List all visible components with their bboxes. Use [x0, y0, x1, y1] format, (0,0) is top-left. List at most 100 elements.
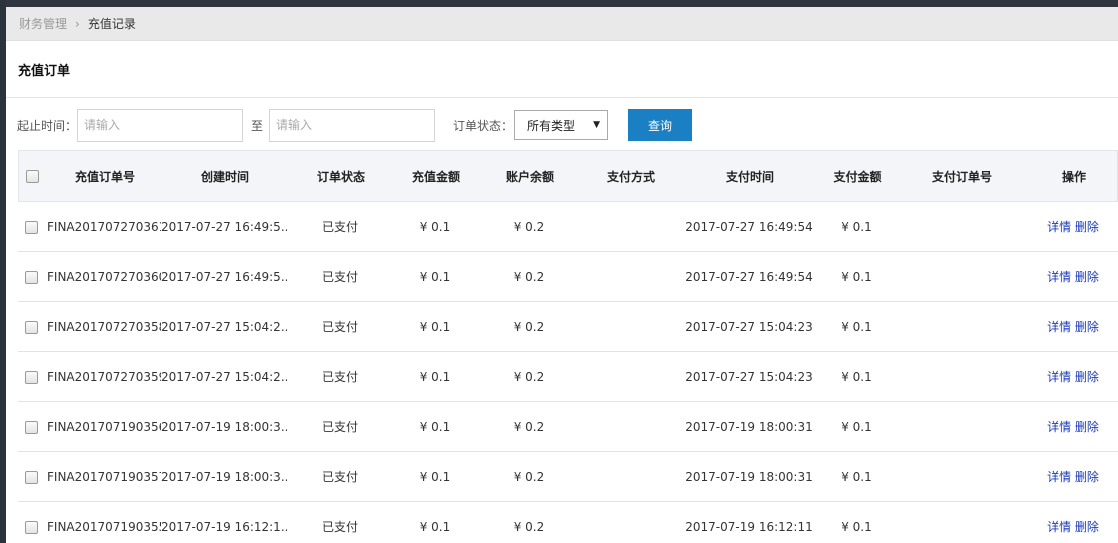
- detail-link[interactable]: 详情: [1047, 220, 1071, 234]
- table-row: FINA201707190355 2017-07-19 16:12:1.. 已支…: [18, 502, 1118, 543]
- delete-link[interactable]: 删除: [1075, 320, 1099, 334]
- cell-order-status: 已支付: [321, 270, 358, 284]
- cell-payment-amount: ¥ 0.1: [841, 269, 872, 284]
- cell-account-balance: ¥ 0.2: [513, 369, 545, 384]
- detail-link[interactable]: 详情: [1047, 320, 1071, 334]
- cell-created-time: 2017-07-27 16:49:5..: [161, 219, 287, 234]
- cell-order-no: FINA201707270361: [47, 219, 161, 234]
- cell-account-balance: ¥ 0.2: [513, 269, 545, 284]
- header-payment-order-no: 支付订单号: [931, 169, 992, 184]
- breadcrumb-parent[interactable]: 财务管理: [19, 15, 67, 32]
- cell-recharge-amount: ¥ 0.1: [419, 269, 451, 284]
- cell-recharge-amount: ¥ 0.1: [419, 469, 451, 484]
- cell-order-status: 已支付: [321, 420, 358, 434]
- cell-order-status: 已支付: [321, 370, 358, 384]
- cell-recharge-amount: ¥ 0.1: [419, 419, 451, 434]
- delete-link[interactable]: 删除: [1075, 470, 1099, 484]
- row-select-cell: [18, 220, 47, 234]
- cell-created-time: 2017-07-27 15:04:2..: [161, 319, 287, 334]
- cell-payment-time: 2017-07-19 18:00:31: [685, 419, 813, 434]
- detail-link[interactable]: 详情: [1047, 520, 1071, 534]
- time-range-label: 起止时间：: [17, 118, 78, 133]
- header-order-status: 订单状态: [316, 169, 365, 184]
- recharge-orders-table: 充值订单号 创建时间 订单状态 充值金额 账户余额 支付方式 支付时间 支付金额…: [18, 150, 1118, 543]
- detail-link[interactable]: 详情: [1047, 470, 1071, 484]
- order-status-selected-value: 所有类型: [527, 118, 576, 133]
- end-time-input[interactable]: [269, 108, 436, 142]
- header-actions: 操作: [1061, 169, 1086, 184]
- delete-link[interactable]: 删除: [1075, 420, 1099, 434]
- cell-order-status: 已支付: [321, 320, 358, 334]
- row-checkbox[interactable]: [25, 320, 38, 334]
- page-title: 充值订单: [6, 41, 1118, 98]
- cell-order-no: FINA201707270360: [47, 269, 161, 284]
- cell-recharge-amount: ¥ 0.1: [419, 519, 451, 534]
- cell-actions: 详情 删除: [1028, 418, 1118, 435]
- cell-payment-amount: ¥ 0.1: [841, 319, 872, 334]
- query-button[interactable]: 查询: [628, 109, 693, 141]
- breadcrumb-separator-icon: ›: [75, 16, 80, 31]
- row-select-cell: [18, 320, 47, 334]
- cell-order-status: 已支付: [321, 520, 358, 534]
- cell-payment-time: 2017-07-27 16:49:54: [685, 219, 813, 234]
- cell-recharge-amount: ¥ 0.1: [419, 369, 451, 384]
- delete-link[interactable]: 删除: [1075, 270, 1099, 284]
- table-row: FINA201707270360 2017-07-27 16:49:5.. 已支…: [18, 252, 1118, 302]
- cell-recharge-amount: ¥ 0.1: [419, 319, 451, 334]
- row-checkbox[interactable]: [25, 270, 38, 284]
- cell-actions: 详情 删除: [1028, 318, 1118, 335]
- cell-payment-time: 2017-07-27 16:49:54: [685, 269, 813, 284]
- table-row: FINA201707270359 2017-07-27 15:04:2.. 已支…: [18, 352, 1118, 402]
- filter-bar: 起止时间： 至 订单状态： 所有类型 ▼ 查询: [6, 98, 1118, 152]
- cell-payment-amount: ¥ 0.1: [841, 219, 872, 234]
- cell-payment-amount: ¥ 0.1: [841, 519, 872, 534]
- cell-payment-time: 2017-07-19 18:00:31: [685, 469, 813, 484]
- table-row: FINA201707270361 2017-07-27 16:49:5.. 已支…: [18, 202, 1118, 252]
- window-top-strip: [0, 0, 1118, 7]
- start-time-input[interactable]: [77, 108, 244, 142]
- delete-link[interactable]: 删除: [1075, 220, 1099, 234]
- cell-account-balance: ¥ 0.2: [513, 219, 545, 234]
- header-payment-amount: 支付金额: [833, 169, 882, 184]
- row-checkbox[interactable]: [25, 420, 38, 434]
- cell-account-balance: ¥ 0.2: [513, 519, 545, 534]
- row-checkbox[interactable]: [25, 370, 38, 384]
- cell-order-no: FINA201707270358: [47, 319, 161, 334]
- breadcrumb-current: 充值记录: [87, 17, 136, 31]
- row-select-cell: [18, 270, 47, 284]
- delete-link[interactable]: 删除: [1075, 520, 1099, 534]
- header-created-time: 创建时间: [200, 169, 249, 184]
- row-checkbox[interactable]: [25, 470, 38, 484]
- row-select-cell: [18, 520, 47, 534]
- delete-link[interactable]: 删除: [1075, 370, 1099, 384]
- row-checkbox[interactable]: [25, 220, 38, 234]
- row-select-cell: [18, 470, 47, 484]
- select-all-checkbox[interactable]: [26, 170, 39, 183]
- cell-actions: 详情 删除: [1028, 268, 1118, 285]
- cell-created-time: 2017-07-27 16:49:5..: [161, 269, 287, 284]
- cell-order-no: FINA201707270359: [47, 369, 161, 384]
- cell-order-status: 已支付: [321, 220, 358, 234]
- cell-order-no: FINA201707190355: [47, 519, 161, 534]
- select-all-cell: [19, 169, 48, 183]
- cell-order-status: 已支付: [321, 470, 358, 484]
- cell-actions: 详情 删除: [1028, 218, 1118, 235]
- header-account-balance: 账户余额: [505, 169, 554, 184]
- breadcrumb: 财务管理 › 充值记录: [6, 7, 1118, 41]
- detail-link[interactable]: 详情: [1047, 270, 1071, 284]
- order-status-select[interactable]: 所有类型 ▼: [514, 110, 609, 140]
- content-panel: 财务管理 › 充值记录 充值订单 起止时间： 至 订单状态： 所有类型 ▼ 查询…: [6, 7, 1118, 543]
- dropdown-caret-icon: ▼: [593, 120, 601, 130]
- order-status-label: 订单状态：: [453, 118, 514, 133]
- detail-link[interactable]: 详情: [1047, 420, 1071, 434]
- cell-payment-time: 2017-07-27 15:04:23: [685, 319, 813, 334]
- cell-created-time: 2017-07-27 15:04:2..: [161, 369, 287, 384]
- row-checkbox[interactable]: [25, 520, 38, 534]
- header-payment-method: 支付方式: [606, 169, 655, 184]
- header-order-no: 充值订单号: [74, 169, 135, 184]
- cell-created-time: 2017-07-19 18:00:3..: [161, 469, 287, 484]
- cell-payment-time: 2017-07-19 16:12:11: [685, 519, 813, 534]
- cell-payment-amount: ¥ 0.1: [841, 469, 872, 484]
- table-header: 充值订单号 创建时间 订单状态 充值金额 账户余额 支付方式 支付时间 支付金额…: [18, 150, 1118, 202]
- detail-link[interactable]: 详情: [1047, 370, 1071, 384]
